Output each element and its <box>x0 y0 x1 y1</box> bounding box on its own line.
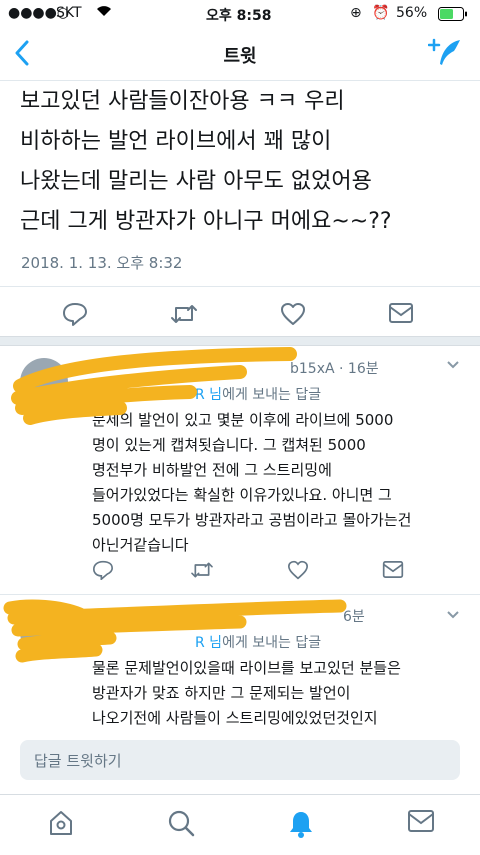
reply-line: 명전부가 비하발언 전에 그 스트리밍에 <box>92 461 332 479</box>
reply-icon[interactable] <box>62 302 88 330</box>
wifi-icon <box>96 5 112 21</box>
reply-icon[interactable] <box>92 560 114 584</box>
carrier-label: SKT <box>56 5 82 21</box>
tweet-timestamp: 2018. 1. 13. 오후 8:32 <box>21 254 183 272</box>
tweet-line: 보고있던 사람들이잔아용 ㅋㅋ 우리 <box>20 89 345 114</box>
status-bar: ●●●●○ SKT 오후 8:58 ⊕ ⏰ 56% <box>0 0 480 28</box>
like-icon[interactable] <box>287 560 309 584</box>
notifications-icon[interactable] <box>287 809 315 843</box>
reply-tweet[interactable]: 6분 R 님에게 보내는 답글 물론 문제발언이있을때 라이브를 보고있던 분들… <box>0 596 480 726</box>
message-icon[interactable] <box>382 560 404 583</box>
reply-line: 5000명 모두가 방관자라고 공범이라고 몰아가는건 <box>92 511 412 529</box>
reply-line: 나오기전에 사람들이 스트리밍에있었던것인지 <box>92 709 378 726</box>
rotation-lock-icon: ⊕ <box>350 5 362 21</box>
divider <box>0 594 480 595</box>
reply-line: 명이 있는게 캡쳐됫습니다. 그 캡쳐된 5000 <box>92 436 366 454</box>
reply-line: 아닌거같습니다 <box>92 536 189 554</box>
alarm-icon: ⏰ <box>372 5 390 21</box>
reply-text: 문제의 발언이 있고 몇분 이후에 라이브에 5000 명이 있는게 캡쳐됫습니… <box>92 408 411 558</box>
page-title: 트윗 <box>223 46 257 67</box>
message-icon[interactable] <box>388 302 414 328</box>
redaction-scribble <box>11 347 297 425</box>
like-icon[interactable] <box>280 302 306 330</box>
chevron-down-icon[interactable] <box>446 608 460 624</box>
tweet-line: 나왔는데 말리는 사람 아무도 없었어용 <box>20 169 372 194</box>
tweet-line: 근데 그게 방관자가 아니구 머에요~~?? <box>20 209 392 234</box>
tweet-text: 보고있던 사람들이잔아용 ㅋㅋ 우리 비하하는 발언 라이브에서 꽤 많이 나왔… <box>20 82 470 242</box>
redaction-scribble <box>3 599 347 663</box>
home-icon[interactable] <box>48 809 74 841</box>
chevron-down-icon[interactable] <box>446 358 460 374</box>
search-icon[interactable] <box>167 809 195 841</box>
compose-placeholder: 답글 트윗하기 <box>34 752 122 770</box>
compose-tweet-icon[interactable] <box>427 38 464 72</box>
section-divider <box>0 336 480 346</box>
reply-compose-input[interactable]: 답글 트윗하기 <box>20 740 460 780</box>
retweet-icon[interactable] <box>170 302 198 330</box>
battery-icon <box>438 7 468 25</box>
retweet-icon[interactable] <box>190 560 214 584</box>
reply-tweet[interactable]: b15xA · 16분 R 님에게 보내는 답글 문제의 발언이 있고 몇분 이… <box>0 346 480 590</box>
reply-line: 방관자가 맞죠 하지만 그 문제되는 발언이 <box>92 684 351 702</box>
clock: 오후 8:58 <box>206 8 272 24</box>
battery-percent: 56% <box>396 5 428 21</box>
reply-line: 들어가있었다는 확실한 이유가있나요. 아니면 그 <box>92 486 392 504</box>
tweet-line: 비하하는 발언 라이브에서 꽤 많이 <box>20 129 332 154</box>
divider <box>0 286 480 287</box>
messages-icon[interactable] <box>407 809 435 837</box>
tab-bar <box>0 794 480 855</box>
nav-bar: 트윗 <box>0 28 480 81</box>
